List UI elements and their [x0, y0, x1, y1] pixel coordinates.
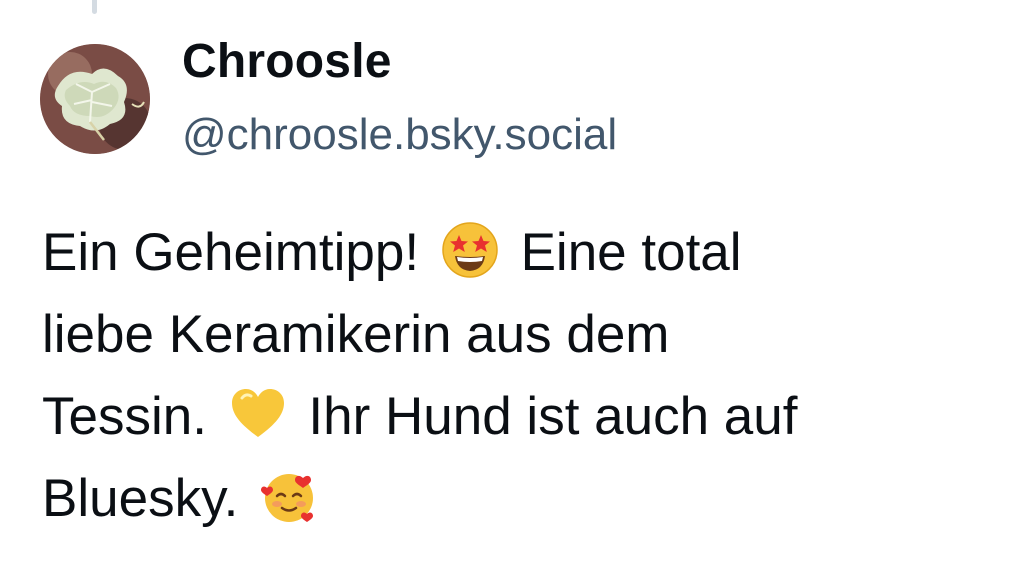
post-text-line: Ein Geheimtipp! Eine total [42, 212, 1002, 294]
post-text-line: liebe Keramikerin aus dem [42, 294, 1002, 376]
author-handle[interactable]: @chroosle.bsky.social [182, 110, 617, 160]
post-text-line: Bluesky. [42, 458, 1002, 540]
yellow-heart-emoji-icon [228, 384, 288, 444]
star-struck-emoji-icon [440, 220, 500, 280]
post-text-segment: Eine total [520, 223, 742, 282]
post-text-segment: Tessin. [42, 387, 207, 446]
author-avatar[interactable] [40, 44, 150, 154]
author-display-name[interactable]: Chroosle [182, 34, 392, 89]
thread-connector-line [92, 0, 97, 14]
leaf-photo-avatar-icon [40, 44, 150, 154]
post-text-segment: Ein Geheimtipp! [42, 223, 420, 282]
post-text: Ein Geheimtipp! Eine total liebe Keramik… [42, 212, 1002, 540]
post-text-segment: Bluesky. [42, 469, 239, 528]
post-text-line: Tessin. Ihr Hund ist auch auf [42, 376, 1002, 458]
smiling-face-with-hearts-emoji-icon [259, 466, 319, 526]
post-text-segment: liebe Keramikerin aus dem [42, 305, 670, 364]
post-text-segment: Ihr Hund ist auch auf [308, 387, 798, 446]
